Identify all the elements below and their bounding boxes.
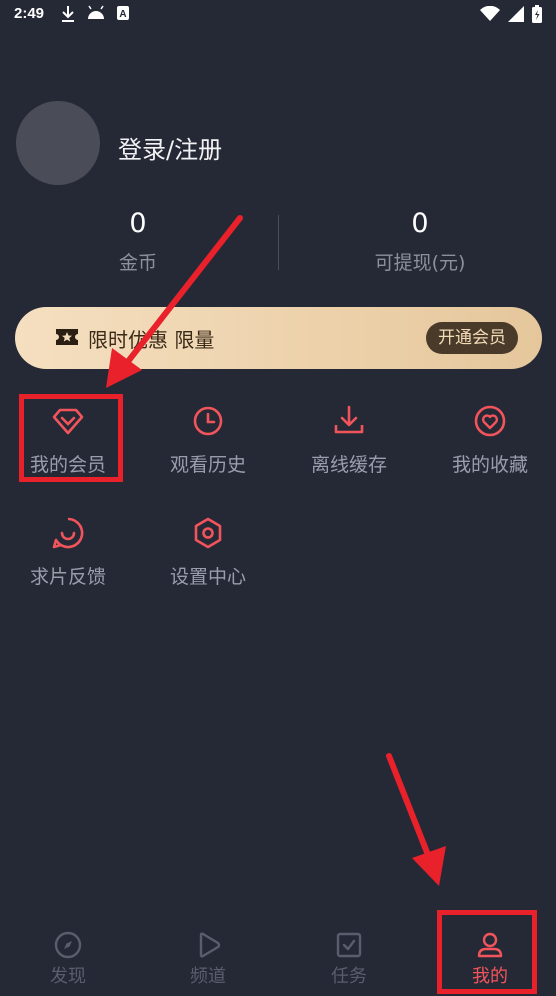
menu-label-my-favorites: 我的收藏 bbox=[451, 454, 528, 476]
download-icon bbox=[334, 405, 364, 434]
svg-text:A: A bbox=[119, 9, 126, 20]
stats-divider bbox=[278, 215, 279, 270]
coins-label: 金币 bbox=[118, 252, 157, 274]
nav-label-discover: 发现 bbox=[50, 966, 86, 987]
menu-item-watch-history[interactable]: 观看历史 bbox=[138, 404, 278, 477]
banner-promo-text: 限时优惠 限量 bbox=[88, 328, 215, 352]
nav-tab-tasks[interactable]: 任务 bbox=[279, 930, 419, 988]
heart-icon bbox=[474, 405, 506, 437]
nav-label-tasks: 任务 bbox=[331, 966, 367, 987]
login-register-link[interactable]: 登录/注册 bbox=[118, 130, 222, 165]
menu-item-offline-cache[interactable]: 离线缓存 bbox=[279, 404, 419, 477]
withdrawable-value: 0 bbox=[411, 208, 429, 239]
menu-item-request-feedback[interactable]: 求片反馈 bbox=[0, 516, 138, 589]
signal-icon bbox=[508, 6, 524, 22]
vip-promo-banner[interactable]: 限时优惠 限量 开通会员 bbox=[15, 307, 542, 369]
task-icon bbox=[336, 932, 362, 958]
nav-tab-discover[interactable]: 发现 bbox=[0, 930, 138, 988]
a-icon: A bbox=[117, 6, 129, 20]
nav-tab-channels[interactable]: 频道 bbox=[138, 930, 278, 988]
download-icon bbox=[62, 6, 74, 22]
clock-icon bbox=[193, 406, 223, 436]
menu-item-my-favorites[interactable]: 我的收藏 bbox=[420, 404, 556, 477]
android-icon bbox=[88, 5, 104, 19]
profile-screen: 2:49 A 登录/注册 0 金币 0 可提现(元) 限时优惠 限量 开通会员 … bbox=[0, 0, 556, 996]
compass-icon bbox=[54, 931, 82, 959]
play-icon bbox=[199, 932, 221, 958]
withdrawable-stat[interactable]: 0 可提现(元) bbox=[320, 208, 520, 275]
ticket-icon bbox=[56, 329, 78, 345]
menu-label-request-feedback: 求片反馈 bbox=[29, 566, 106, 588]
coins-value: 0 bbox=[129, 208, 147, 239]
annotation-arrow-to-mine bbox=[386, 753, 446, 886]
menu-label-watch-history: 观看历史 bbox=[169, 454, 246, 476]
withdrawable-label: 可提现(元) bbox=[374, 252, 466, 274]
menu-label-settings: 设置中心 bbox=[169, 566, 246, 588]
battery-icon bbox=[532, 5, 542, 23]
menu-label-offline-cache: 离线缓存 bbox=[310, 454, 387, 476]
avatar[interactable] bbox=[16, 101, 100, 185]
wifi-icon bbox=[480, 6, 500, 21]
status-time: 2:49 bbox=[14, 5, 45, 22]
status-bar: 2:49 A bbox=[0, 0, 556, 30]
annotation-box-mine-tab bbox=[437, 910, 537, 994]
menu-item-settings[interactable]: 设置中心 bbox=[138, 516, 278, 589]
coins-stat[interactable]: 0 金币 bbox=[38, 208, 238, 275]
annotation-box-my-vip bbox=[19, 394, 123, 482]
settings-icon bbox=[194, 517, 222, 549]
feedback-icon bbox=[52, 517, 84, 549]
nav-label-channels: 频道 bbox=[190, 966, 226, 987]
open-vip-button[interactable]: 开通会员 bbox=[426, 322, 518, 354]
